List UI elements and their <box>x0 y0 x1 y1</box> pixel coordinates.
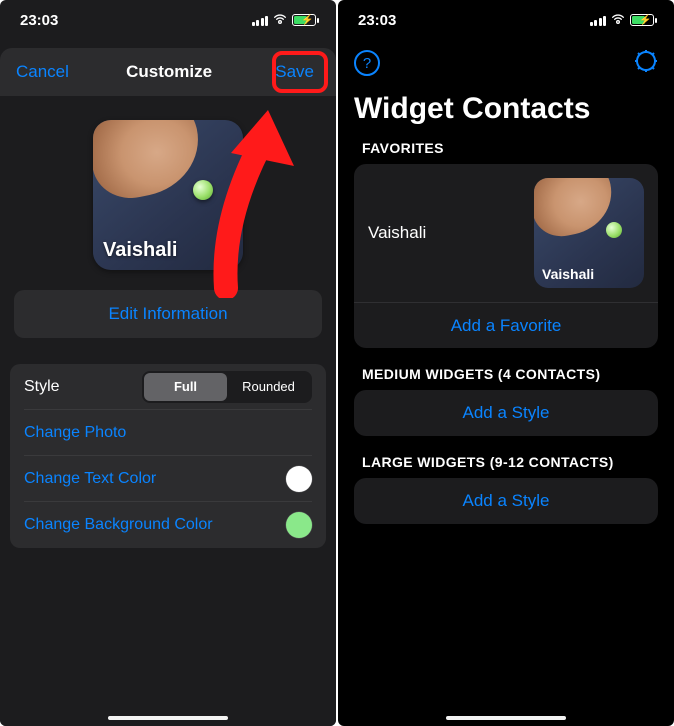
nav-bar: ? <box>338 40 674 86</box>
modal-title: Customize <box>126 62 212 82</box>
preview-area: Vaishali <box>10 110 326 284</box>
status-bar: 23:03 ⚡ <box>338 0 674 40</box>
style-section: Style Full Rounded Change Photo Change T… <box>10 364 326 548</box>
medium-widgets-header: MEDIUM WIDGETS (4 CONTACTS) <box>338 366 674 390</box>
modal-body: Vaishali Edit Information Style Full Rou… <box>0 96 336 568</box>
contact-photo <box>93 120 208 205</box>
style-label: Style <box>24 378 60 396</box>
edit-information-label: Edit Information <box>108 304 227 324</box>
segment-rounded[interactable]: Rounded <box>227 373 310 401</box>
edit-information-button[interactable]: Edit Information <box>14 290 322 338</box>
modal-header: Cancel Customize Save <box>0 48 336 96</box>
wifi-icon <box>272 10 288 30</box>
home-indicator[interactable] <box>446 716 566 720</box>
text-color-swatch <box>286 466 312 492</box>
favorite-tile-name: Vaishali <box>542 266 594 282</box>
favorites-card: Vaishali Vaishali Add a Favorite <box>354 164 658 348</box>
cellular-icon <box>590 15 607 26</box>
contact-photo-detail <box>606 222 622 238</box>
customize-modal: Cancel Customize Save Vaishali Edit Info… <box>0 48 336 726</box>
gear-icon <box>634 49 658 73</box>
cancel-button[interactable]: Cancel <box>16 62 69 82</box>
save-button[interactable]: Save <box>269 58 320 86</box>
screenshot-widget-contacts: 23:03 ⚡ ? Widget Contacts FAVORITES Vais… <box>338 0 674 726</box>
add-medium-style-button[interactable]: Add a Style <box>354 390 658 436</box>
add-favorite-button[interactable]: Add a Favorite <box>354 302 658 348</box>
settings-button[interactable] <box>634 49 658 78</box>
favorites-header: FAVORITES <box>338 140 674 164</box>
style-segmented-control[interactable]: Full Rounded <box>142 371 312 403</box>
favorite-name: Vaishali <box>368 223 426 243</box>
contact-name-label: Vaishali <box>103 239 178 262</box>
bg-color-swatch <box>286 512 312 538</box>
help-button[interactable]: ? <box>354 50 380 76</box>
contact-photo-detail <box>193 180 213 200</box>
status-time: 23:03 <box>358 12 396 29</box>
segment-full[interactable]: Full <box>144 373 227 401</box>
screenshot-customize: 23:03 ⚡ Cancel Customize Save Vaishali <box>0 0 336 726</box>
status-indicators: ⚡ <box>252 10 317 30</box>
status-indicators: ⚡ <box>590 10 655 30</box>
status-bar: 23:03 ⚡ <box>0 0 336 40</box>
large-widgets-header: LARGE WIDGETS (9-12 CONTACTS) <box>338 454 674 478</box>
style-row: Style Full Rounded <box>24 364 312 410</box>
change-photo-button[interactable]: Change Photo <box>24 410 312 456</box>
favorite-preview-tile: Vaishali <box>534 178 644 288</box>
battery-icon: ⚡ <box>292 14 316 26</box>
change-text-color-button[interactable]: Change Text Color <box>24 456 312 502</box>
wifi-icon <box>610 10 626 30</box>
contact-preview-tile[interactable]: Vaishali <box>93 120 243 270</box>
change-background-color-button[interactable]: Change Background Color <box>24 502 312 548</box>
help-icon: ? <box>363 55 371 72</box>
add-large-style-button[interactable]: Add a Style <box>354 478 658 524</box>
battery-icon: ⚡ <box>630 14 654 26</box>
cellular-icon <box>252 15 269 26</box>
status-time: 23:03 <box>20 12 58 29</box>
page-title: Widget Contacts <box>338 86 674 140</box>
favorite-row[interactable]: Vaishali Vaishali <box>354 164 658 302</box>
home-indicator[interactable] <box>108 716 228 720</box>
